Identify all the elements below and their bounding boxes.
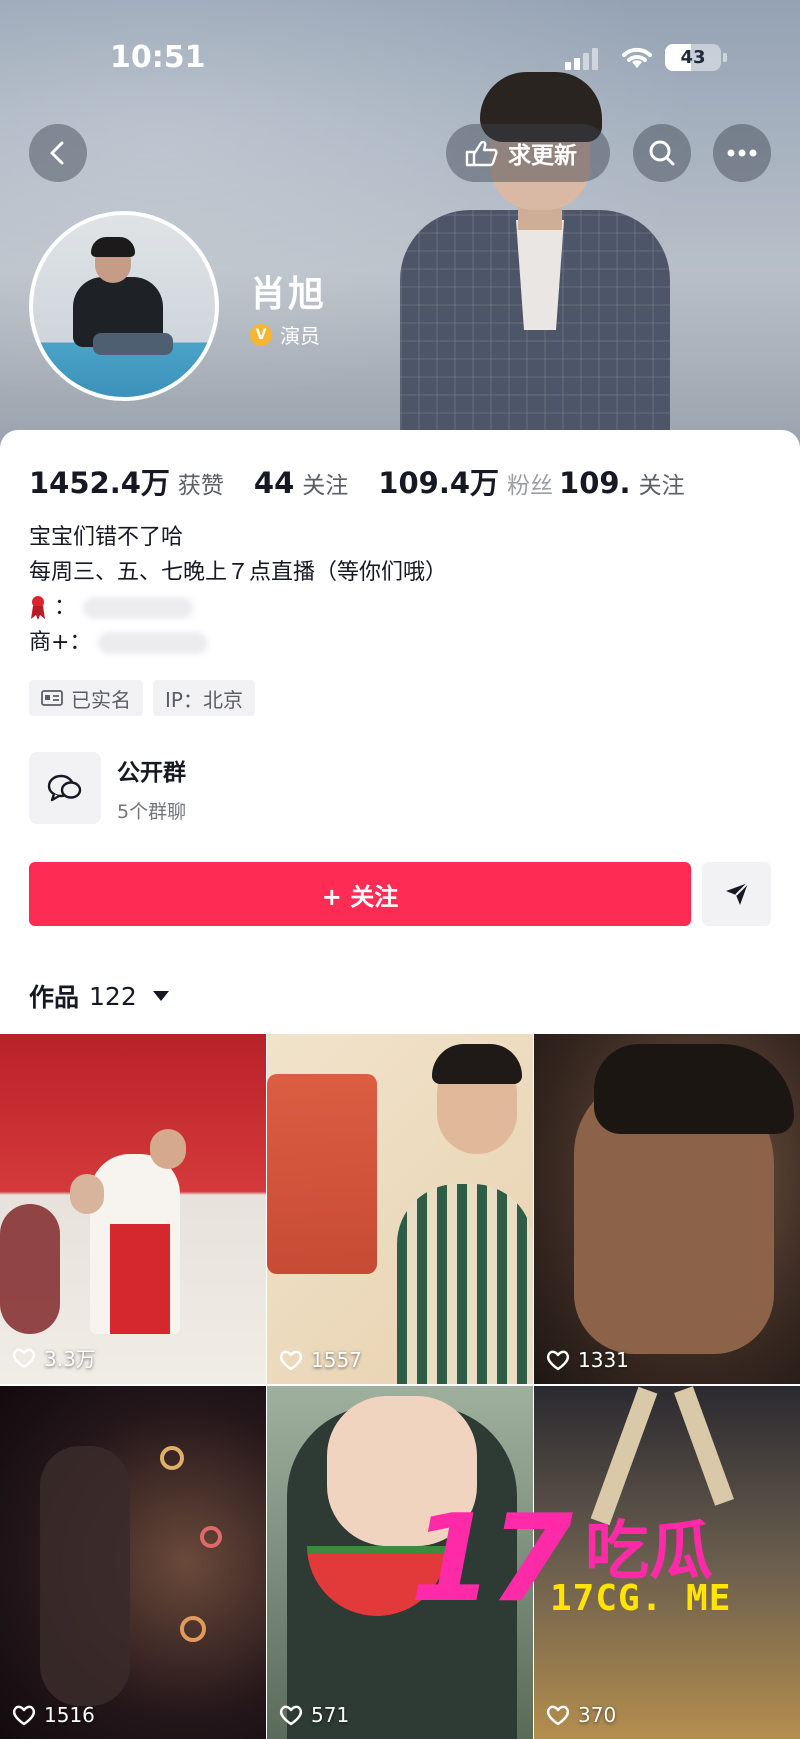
video-thumbnail[interactable]: 1516 bbox=[0, 1386, 266, 1739]
profile-info-panel: 1452.4万 获赞 44 关注 109.4万 粉丝 109. 关注 宝宝们错不… bbox=[0, 430, 800, 1034]
blurred-contact bbox=[83, 597, 194, 619]
video-thumbnail[interactable]: 1557 bbox=[267, 1034, 533, 1384]
more-dots-icon bbox=[727, 149, 757, 157]
likes-badge: 571 bbox=[279, 1703, 349, 1727]
cellular-signal-icon bbox=[565, 48, 601, 70]
followers-count[interactable]: 109.4万 bbox=[378, 460, 499, 502]
followers-label: 粉丝 bbox=[507, 473, 554, 499]
bio-line-2: 每周三、五、七晚上７点直播（等你们哦） bbox=[29, 560, 448, 585]
following-label: 关注 bbox=[302, 473, 349, 499]
works-count: 122 bbox=[89, 981, 137, 1011]
bio-line-3-text: ： bbox=[54, 595, 77, 620]
search-icon bbox=[649, 140, 675, 166]
status-time: 10:51 bbox=[110, 40, 206, 75]
hand-point-icon bbox=[465, 140, 498, 167]
likes-count[interactable]: 1452.4万 bbox=[29, 460, 170, 502]
real-name-tag: 已实名 bbox=[29, 680, 143, 716]
video-thumbnail[interactable]: 1331 bbox=[534, 1034, 800, 1384]
blurred-business-contact bbox=[98, 632, 209, 654]
likes-count: 571 bbox=[311, 1703, 350, 1727]
stats-row: 1452.4万 获赞 44 关注 109.4万 粉丝 109. 关注 bbox=[29, 460, 715, 502]
likes-badge: 1516 bbox=[12, 1703, 95, 1727]
video-grid: 3.3万 1557 1331 1516 571 370 bbox=[0, 1034, 800, 1739]
battery-percent: 43 bbox=[680, 47, 706, 68]
extra-count[interactable]: 109. bbox=[559, 466, 631, 500]
wifi-icon bbox=[622, 47, 652, 68]
site-watermark: 17 吃瓜 17CG. ME bbox=[410, 1490, 790, 1629]
search-button[interactable] bbox=[633, 124, 691, 182]
watermark-url: 17CG. ME bbox=[550, 1578, 732, 1619]
profile-tags: 已实名 IP：北京 bbox=[29, 680, 255, 716]
profile-name: 肖旭 bbox=[250, 274, 327, 315]
extra-label: 关注 bbox=[638, 473, 685, 499]
bio-line-3: ： bbox=[29, 590, 447, 625]
bio-line-4: 商+： bbox=[29, 625, 447, 660]
verified-badge: V 演员 bbox=[250, 320, 320, 349]
real-name-label: 已实名 bbox=[71, 687, 131, 712]
chevron-left-icon bbox=[50, 141, 64, 165]
heart-outline-icon bbox=[546, 1350, 570, 1371]
watermark-number: 17 bbox=[410, 1490, 573, 1629]
works-label: 作品 bbox=[29, 983, 80, 1012]
likes-label: 获赞 bbox=[177, 473, 224, 499]
likes-badge: 370 bbox=[546, 1703, 616, 1727]
heart-outline-icon bbox=[12, 1348, 36, 1368]
heart-outline-icon bbox=[12, 1705, 36, 1726]
status-bar: 10:51 43 bbox=[0, 0, 800, 110]
likes-count: 1331 bbox=[578, 1348, 629, 1372]
ip-location-label: IP：北京 bbox=[165, 687, 243, 712]
send-icon bbox=[725, 882, 749, 905]
likes-count: 1557 bbox=[311, 1348, 362, 1372]
battery-tip bbox=[723, 53, 727, 62]
tab-works[interactable]: 作品 122 bbox=[29, 978, 169, 1014]
battery-icon: 43 bbox=[665, 44, 721, 71]
caret-down-icon bbox=[152, 991, 169, 1001]
ribbon-icon bbox=[31, 596, 45, 620]
avatar[interactable] bbox=[29, 211, 219, 401]
likes-count: 3.3万 bbox=[44, 1347, 96, 1371]
likes-badge: 1557 bbox=[279, 1348, 362, 1372]
follow-button[interactable]: + 关注 bbox=[29, 862, 691, 926]
group-title: 公开群 bbox=[117, 759, 186, 786]
bio-line-4-text: 商+： bbox=[29, 630, 92, 655]
bio: 宝宝们错不了哈 每周三、五、七晚上７点直播（等你们哦） ： 商+： bbox=[29, 520, 447, 660]
group-chat-icon bbox=[29, 752, 101, 824]
verified-v-icon: V bbox=[250, 323, 272, 346]
likes-badge: 1331 bbox=[546, 1348, 629, 1372]
heart-outline-icon bbox=[546, 1705, 570, 1726]
heart-outline-icon bbox=[279, 1705, 303, 1726]
id-card-icon bbox=[41, 690, 63, 706]
bio-line-1: 宝宝们错不了哈 bbox=[29, 525, 184, 550]
share-button[interactable] bbox=[702, 862, 771, 926]
ip-location-tag: IP：北京 bbox=[153, 680, 255, 716]
header-cover-photo bbox=[390, 60, 680, 450]
likes-count: 370 bbox=[578, 1703, 617, 1727]
group-subtitle: 5个群聊 bbox=[117, 800, 187, 823]
request-update-label: 求更新 bbox=[508, 143, 577, 169]
likes-badge: 3.3万 bbox=[12, 1343, 96, 1372]
public-group-entry[interactable]: 公开群 5个群聊 bbox=[29, 752, 186, 824]
following-count[interactable]: 44 bbox=[254, 466, 294, 500]
likes-count: 1516 bbox=[44, 1703, 95, 1727]
video-thumbnail[interactable]: 3.3万 bbox=[0, 1034, 266, 1384]
heart-outline-icon bbox=[279, 1350, 303, 1371]
back-button[interactable] bbox=[29, 124, 87, 182]
more-button[interactable] bbox=[713, 124, 771, 182]
request-update-button[interactable]: 求更新 bbox=[446, 124, 610, 182]
verified-title: 演员 bbox=[280, 324, 320, 348]
